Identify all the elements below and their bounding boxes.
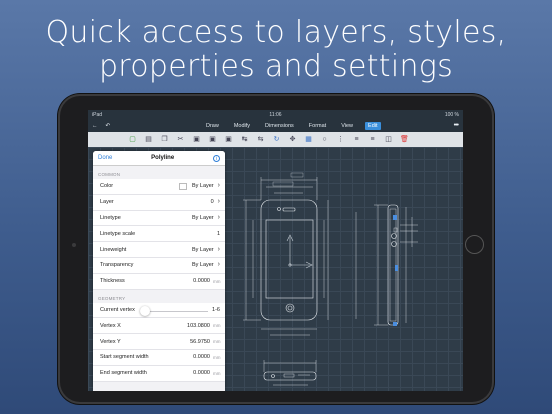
tab-modify[interactable]: Modify — [231, 122, 253, 130]
tab-edit[interactable]: Edit — [365, 121, 381, 130]
circle-icon[interactable]: ○ — [320, 135, 329, 144]
property-row-linetype-scale[interactable]: Linetype scale 1 — [93, 226, 225, 243]
panel-title: Polyline — [151, 155, 175, 161]
headline-line-1: Quick access to layers, styles, — [45, 15, 507, 50]
property-label: Layer — [100, 199, 114, 206]
property-unit: mm — [213, 370, 221, 376]
chevron-right-icon: › — [217, 261, 220, 269]
property-value: By Layer — [191, 214, 214, 221]
property-row-linetype[interactable]: Linetype By Layer › — [93, 210, 225, 227]
phone-front-outline — [260, 199, 318, 321]
property-value[interactable]: 0.0000 — [193, 354, 210, 360]
select-icon[interactable]: ▢ — [128, 135, 137, 144]
phone-home-button — [285, 303, 295, 313]
property-unit: mm — [213, 323, 221, 329]
headline: Quick access to layers, styles, properti… — [0, 16, 552, 84]
tab-draw[interactable]: Draw — [203, 122, 222, 130]
app-screen: iPad 11:06 100 % ← ↶ Draw Modify Dimensi… — [88, 110, 463, 391]
property-label: Start segment width — [100, 354, 149, 361]
property-row-thickness[interactable]: Thickness 0.0000 mm — [93, 273, 225, 290]
status-bar: iPad 11:06 100 % — [88, 110, 463, 119]
property-row-vertex-x[interactable]: Vertex X 103.0800 mm — [93, 318, 225, 335]
headline-line-2: properties and settings — [98, 49, 454, 84]
paste-icon[interactable]: ▣ — [208, 135, 217, 144]
edit-toolbar: ▢ ▤ ❐ ✂ ▣ ▣ ▣ ↹ ⇆ ↻ ✥ ▦ ○ ⋮ ≡ ≡ ◫ 🗑 — [88, 132, 463, 147]
property-row-transparency[interactable]: Transparency By Layer › — [93, 257, 225, 274]
property-unit: mm — [213, 278, 221, 284]
properties-icon[interactable]: ▤ — [144, 135, 153, 144]
paste-icon[interactable]: ▣ — [224, 135, 233, 144]
property-row-vertex-y[interactable]: Vertex Y 56.9750 mm — [93, 334, 225, 350]
camera — [72, 243, 76, 247]
done-button[interactable]: Done — [98, 155, 112, 161]
property-value[interactable]: 103.0800 — [187, 323, 210, 329]
tab-format[interactable]: Format — [306, 122, 329, 130]
property-row-start-segment-width[interactable]: Start segment width 0.0000 mm — [93, 349, 225, 366]
section-common: COMMON — [98, 172, 121, 177]
property-value: By Layer — [191, 262, 214, 269]
property-label: Color — [100, 183, 114, 190]
property-value: By Layer — [191, 246, 214, 253]
property-label: Linetype — [100, 214, 121, 221]
section-geometry: GEOMETRY — [98, 295, 126, 301]
chevron-right-icon: › — [217, 213, 220, 221]
property-value[interactable]: 0.0000 — [193, 278, 210, 284]
menu-bar: ← ↶ Draw Modify Dimensions Format View E… — [88, 119, 463, 132]
property-unit: mm — [213, 339, 221, 345]
scale-icon[interactable]: ▦ — [304, 135, 313, 144]
property-label: End segment width — [100, 370, 147, 377]
tab-view[interactable]: View — [338, 122, 356, 130]
property-label: Lineweight — [100, 246, 127, 253]
property-value[interactable]: 1 — [217, 231, 220, 237]
vertex-slider[interactable] — [148, 310, 208, 312]
property-value: 1-6 — [212, 306, 220, 313]
tab-dimensions[interactable]: Dimensions — [262, 122, 297, 130]
property-label: Vertex X — [100, 322, 121, 329]
stack-icon[interactable]: ≡ — [368, 135, 377, 144]
back-arrow-icon[interactable]: ← — [92, 123, 98, 129]
property-value: By Layer — [191, 183, 214, 190]
rotate-icon[interactable]: ↻ — [272, 135, 281, 144]
info-icon[interactable]: i — [212, 154, 220, 162]
paste-icon[interactable]: ▣ — [192, 135, 201, 144]
property-value[interactable]: 0.0000 — [193, 370, 210, 376]
dimension-icon[interactable]: ↹ — [240, 135, 249, 144]
more-icon[interactable]: ••• — [454, 122, 459, 129]
undo-icon[interactable]: ↶ — [106, 123, 111, 129]
color-swatch — [178, 182, 187, 190]
copy-icon[interactable]: ❐ — [160, 135, 169, 144]
property-row-lineweight[interactable]: Lineweight By Layer › — [93, 242, 225, 258]
property-label: Linetype scale — [100, 230, 136, 237]
chevron-right-icon: › — [217, 198, 220, 206]
property-value: 0 — [210, 199, 214, 206]
home-button[interactable] — [465, 235, 484, 254]
property-row-end-segment-width[interactable]: End segment width 0.0000 mm — [93, 365, 225, 382]
stack-icon[interactable]: ◫ — [384, 135, 393, 144]
stack-icon[interactable]: ≡ — [352, 135, 361, 144]
cut-icon[interactable]: ✂ — [176, 135, 185, 144]
property-row-layer[interactable]: Layer 0 › — [93, 194, 225, 211]
chevron-right-icon: › — [217, 245, 220, 253]
delete-icon[interactable]: 🗑 — [400, 135, 409, 144]
property-value[interactable]: 56.9750 — [190, 339, 210, 345]
property-label: Transparency — [100, 262, 134, 269]
move-icon[interactable]: ✥ — [288, 135, 297, 144]
phone-front-screen — [265, 219, 314, 299]
property-unit: mm — [213, 354, 221, 360]
slider-thumb[interactable] — [140, 305, 150, 316]
properties-panel: Done Polyline i COMMON Color By Layer › … — [93, 151, 225, 391]
property-label: Thickness — [100, 278, 125, 285]
array-icon[interactable]: ⋮ — [336, 135, 345, 144]
chevron-right-icon: › — [217, 182, 220, 190]
clock: 11:06 — [269, 111, 282, 118]
panel-header: Done Polyline i — [93, 151, 225, 166]
property-row-current-vertex: Current vertex 1-6 — [93, 302, 225, 319]
move-icon[interactable]: ⇆ — [256, 135, 265, 144]
menu-tabs: Draw Modify Dimensions Format View Edit — [203, 121, 381, 130]
property-label: Vertex Y — [100, 338, 121, 345]
property-row-color[interactable]: Color By Layer › — [93, 179, 225, 195]
ipad-frame: iPad 11:06 100 % ← ↶ Draw Modify Dimensi… — [58, 94, 494, 404]
